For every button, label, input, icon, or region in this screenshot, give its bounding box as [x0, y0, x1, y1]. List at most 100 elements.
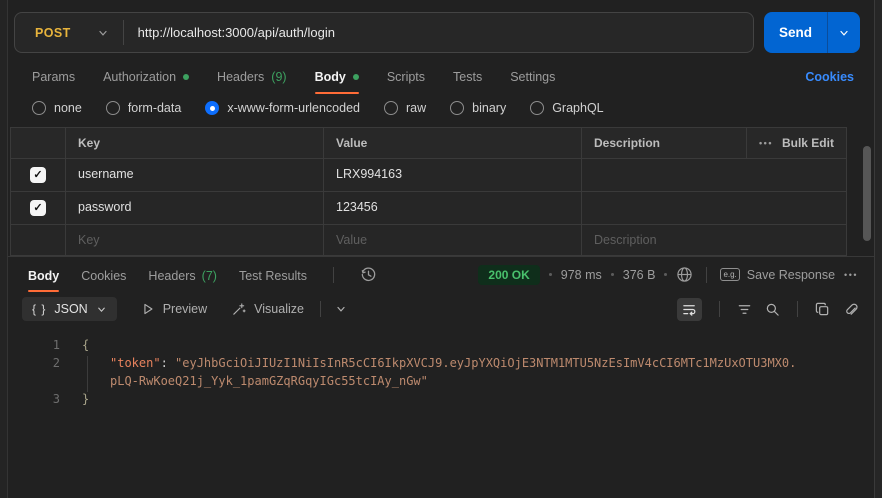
response-time[interactable]: 978 ms — [561, 268, 602, 282]
response-tab-body[interactable]: Body — [28, 257, 59, 292]
json-string-value-continued: pLQ-RwKoeQ21j_Yyk_1pamGZqRGqyIGc55tcIAy_… — [110, 374, 428, 388]
code-line: 3 } — [8, 390, 874, 408]
radio-none[interactable]: none — [32, 101, 82, 115]
request-url-bar: POST http://localhost:3000/api/auth/logi… — [8, 0, 874, 62]
braces-icon: { } — [32, 302, 46, 316]
method-select[interactable]: POST — [15, 13, 123, 52]
green-dot-icon — [353, 74, 359, 80]
check-icon: ✓ — [33, 170, 42, 181]
tab-headers[interactable]: Headers (9) — [217, 70, 287, 97]
app-root: POST http://localhost:3000/api/auth/logi… — [0, 0, 882, 498]
green-dot-icon — [183, 74, 189, 80]
url-box: POST http://localhost:3000/api/auth/logi… — [14, 12, 754, 53]
bulk-edit-button[interactable]: ••• Bulk Edit — [746, 128, 846, 158]
wrap-text-icon[interactable] — [677, 298, 702, 321]
copy-icon[interactable] — [815, 302, 830, 317]
right-edge-rail — [874, 0, 882, 498]
method-label: POST — [35, 26, 71, 40]
radio-icon — [32, 101, 46, 115]
viewer-options-chevron[interactable] — [335, 303, 347, 315]
vertical-scrollbar[interactable] — [863, 146, 871, 241]
network-globe-icon[interactable] — [676, 266, 693, 283]
cookies-link[interactable]: Cookies — [805, 70, 854, 97]
value-cell[interactable]: 123456 — [323, 192, 581, 224]
radio-graphql[interactable]: GraphQL — [530, 101, 603, 115]
tab-params[interactable]: Params — [32, 70, 75, 97]
visualize-button[interactable]: Visualize — [231, 302, 304, 317]
radio-icon — [384, 101, 398, 115]
response-meta: 200 OK 978 ms 376 B e.g. Save Response — [478, 265, 858, 285]
headers-count: (7) — [202, 269, 217, 283]
divider — [797, 301, 798, 317]
indent-guide — [87, 356, 88, 392]
column-header-value: Value — [323, 128, 581, 158]
tab-scripts[interactable]: Scripts — [387, 70, 425, 97]
row-checkbox[interactable]: ✓ — [30, 167, 46, 183]
left-edge-rail — [0, 0, 8, 498]
preview-button[interactable]: Preview — [141, 302, 207, 316]
code-line: 2 "token": "eyJhbGciOiJIUzI1NiIsInR5cCI6… — [8, 354, 874, 372]
search-icon[interactable] — [765, 302, 780, 317]
radio-binary[interactable]: binary — [450, 101, 506, 115]
headers-count: (9) — [271, 70, 286, 84]
radio-x-www-form-urlencoded[interactable]: x-www-form-urlencoded — [205, 101, 360, 115]
response-tabs: Body Cookies Headers (7) Test Results — [28, 257, 377, 292]
response-tab-headers[interactable]: Headers (7) — [148, 257, 217, 292]
response-body-viewer[interactable]: 1 { 2 "token": "eyJhbGciOiJIUzI1NiIsInR5… — [8, 328, 874, 408]
tab-body[interactable]: Body — [315, 70, 359, 97]
description-cell[interactable] — [581, 192, 846, 224]
magic-wand-icon — [231, 302, 246, 317]
response-size[interactable]: 376 B — [623, 268, 656, 282]
body-type-selector: none form-data x-www-form-urlencoded raw… — [8, 97, 874, 127]
viewer-icon-group — [677, 298, 858, 321]
value-cell[interactable]: LRX994163 — [323, 159, 581, 191]
line-number: 1 — [8, 336, 60, 354]
column-header-key: Key — [65, 128, 323, 158]
key-cell[interactable]: username — [65, 159, 323, 191]
tab-settings[interactable]: Settings — [510, 70, 555, 97]
divider — [320, 301, 321, 317]
send-button[interactable]: Send — [764, 12, 827, 53]
response-toolbar: { } JSON Preview — [8, 292, 874, 328]
value-input-placeholder[interactable]: Value — [323, 225, 581, 255]
key-input-placeholder[interactable]: Key — [65, 225, 323, 255]
chevron-down-icon — [97, 27, 109, 39]
paperclip-icon[interactable] — [843, 302, 858, 317]
urlencoded-kv-table: Key Value Description ••• Bulk Edit ✓ us… — [10, 127, 847, 256]
open-brace: { — [82, 338, 89, 352]
row-checkbox[interactable]: ✓ — [30, 200, 46, 216]
radio-raw[interactable]: raw — [384, 101, 426, 115]
response-tab-test-results[interactable]: Test Results — [239, 257, 307, 292]
radio-form-data[interactable]: form-data — [106, 101, 182, 115]
tab-tests[interactable]: Tests — [453, 70, 482, 97]
tab-authorization[interactable]: Authorization — [103, 70, 189, 97]
description-input-placeholder[interactable]: Description — [581, 225, 846, 255]
status-badge[interactable]: 200 OK — [478, 265, 539, 285]
close-brace: } — [82, 392, 89, 406]
key-cell[interactable]: password — [65, 192, 323, 224]
url-input[interactable]: http://localhost:3000/api/auth/login — [124, 25, 753, 40]
send-options-button[interactable] — [827, 12, 860, 53]
checkbox-cell — [11, 225, 65, 255]
request-tabs: Params Authorization Headers (9) Body Sc… — [8, 62, 874, 97]
chevron-down-icon — [838, 27, 850, 39]
radio-selected-icon — [205, 101, 219, 115]
table-row-username: ✓ username LRX994163 — [11, 159, 846, 192]
play-icon — [141, 302, 155, 316]
active-tab-underline — [28, 290, 59, 292]
divider — [719, 301, 720, 317]
line-number: 2 — [8, 354, 60, 372]
table-row-empty: Key Value Description — [11, 225, 846, 255]
response-history-icon[interactable] — [360, 266, 377, 283]
dot-separator — [611, 273, 614, 276]
response-tab-cookies[interactable]: Cookies — [81, 257, 126, 292]
format-dropdown[interactable]: { } JSON — [22, 297, 117, 321]
radio-icon — [530, 101, 544, 115]
save-response-button[interactable]: e.g. Save Response — [720, 268, 835, 282]
description-cell[interactable] — [581, 159, 846, 191]
filter-icon[interactable] — [737, 302, 752, 317]
table-header-row: Key Value Description ••• Bulk Edit — [11, 128, 846, 159]
response-pane: Body Cookies Headers (7) Test Results — [8, 256, 874, 408]
json-separator: : — [161, 356, 175, 370]
more-options-icon[interactable]: ••• — [844, 270, 858, 280]
